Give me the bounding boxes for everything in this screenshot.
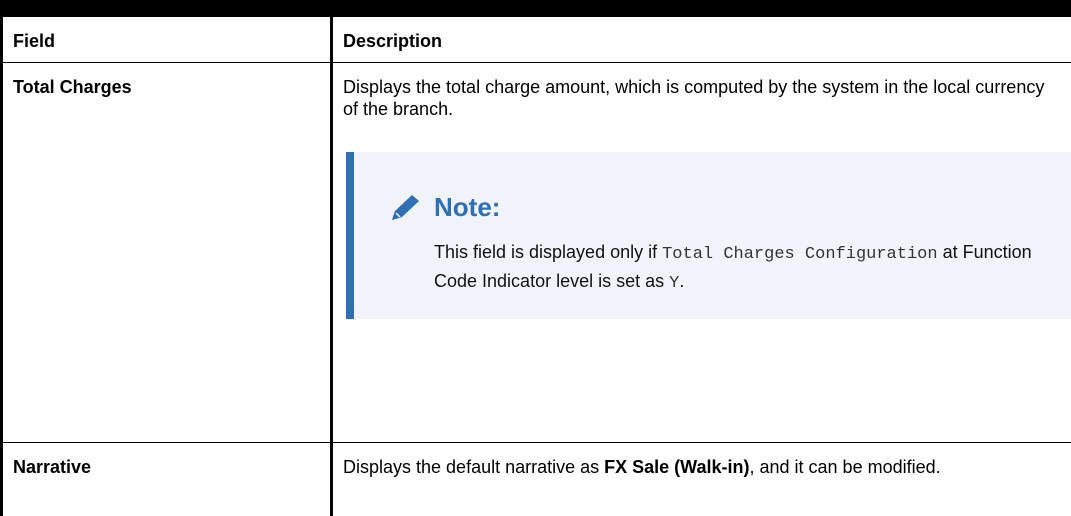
note-text: This field is displayed only if bbox=[434, 242, 662, 262]
field-description-table: Field Description Total Charges Displays… bbox=[0, 17, 1071, 516]
note-title: Note: bbox=[434, 196, 500, 218]
note-header: Note: bbox=[388, 192, 1059, 222]
table-header-row: Field Description bbox=[2, 17, 1071, 62]
note-box: Note: This field is displayed only if To… bbox=[346, 152, 1071, 319]
field-description: Displays the default narrative as FX Sal… bbox=[332, 442, 1071, 516]
note-code-config: Total Charges Configuration bbox=[662, 245, 937, 264]
top-rule bbox=[0, 0, 1071, 17]
table-row: Total Charges Displays the total charge … bbox=[2, 62, 1071, 442]
note-code-value: Y bbox=[669, 274, 679, 293]
note-body: This field is displayed only if Total Ch… bbox=[388, 239, 1059, 297]
pencil-icon bbox=[388, 192, 422, 222]
description-bold: FX Sale (Walk-in) bbox=[604, 457, 749, 477]
description-text: Displays the total charge amount, which … bbox=[343, 76, 1063, 120]
field-name: Total Charges bbox=[2, 62, 332, 442]
header-description: Description bbox=[332, 17, 1071, 62]
note-text: . bbox=[679, 271, 684, 291]
description-text: Displays the default narrative as bbox=[343, 457, 604, 477]
description-text: , and it can be modified. bbox=[750, 457, 941, 477]
field-name: Narrative bbox=[2, 442, 332, 516]
header-field: Field bbox=[2, 17, 332, 62]
field-description: Displays the total charge amount, which … bbox=[332, 62, 1071, 442]
table-row: Narrative Displays the default narrative… bbox=[2, 442, 1071, 516]
